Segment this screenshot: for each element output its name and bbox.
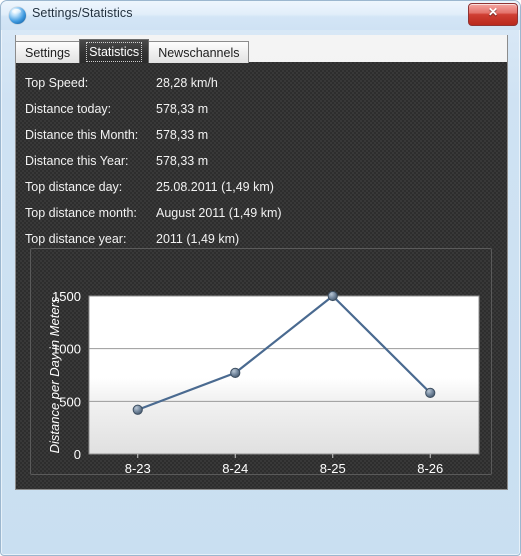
y-axis-title: Distance per Day in Meters bbox=[47, 296, 62, 453]
x-axis-tick-label: 8-26 bbox=[417, 461, 443, 474]
stat-label: Top distance day: bbox=[25, 180, 123, 194]
stat-label: Top Speed: bbox=[25, 76, 89, 90]
tab-newschannels[interactable]: Newschannels bbox=[148, 41, 250, 63]
chart-canvas: 0500100015008-23 8-24 8-25 8-26Distance per… bbox=[47, 289, 480, 474]
close-button[interactable]: ✕ bbox=[468, 3, 518, 26]
y-axis-tick-label: 0 bbox=[74, 447, 81, 462]
stat-label: Distance today: bbox=[25, 102, 112, 116]
x-axis-tick-label: 8-25 bbox=[320, 461, 346, 474]
data-point-marker bbox=[230, 367, 241, 378]
y-axis-tick-label: 500 bbox=[59, 394, 81, 409]
close-icon: ✕ bbox=[487, 5, 499, 19]
x-axis-tick-label: 8-24 bbox=[222, 461, 248, 474]
settings-statistics-window: Settings/Statistics ✕ Settings Statistic… bbox=[0, 0, 521, 556]
statistics-panel: Top Speed: 28,28 km/h Distance today: 57… bbox=[16, 62, 507, 489]
distance-chart: 0 500 1000 1500 8-23 8-24 8-25 8-26 Distance per… bbox=[30, 248, 492, 475]
tab-statistics[interactable]: Statistics bbox=[79, 39, 150, 63]
stat-label: Distance this Year: bbox=[25, 154, 129, 168]
x-axis-tick-label: 8-23 bbox=[125, 461, 151, 474]
data-point-marker bbox=[327, 290, 338, 302]
stat-value: 578,33 m bbox=[156, 128, 209, 142]
stat-value: 578,33 m bbox=[156, 154, 209, 168]
globe-icon bbox=[9, 7, 26, 24]
stat-label: Top distance month: bbox=[25, 206, 137, 220]
stat-value: 578,33 m bbox=[156, 102, 209, 116]
stat-value: 2011 (1,49 km) bbox=[156, 232, 240, 246]
tab-newschannels-label: Newschannels bbox=[158, 45, 240, 60]
title-bar[interactable]: Settings/Statistics ✕ bbox=[1, 1, 520, 30]
stat-label: Distance this Month: bbox=[25, 128, 139, 142]
window-title: Settings/Statistics bbox=[32, 6, 133, 20]
stat-value: August 2011 (1,49 km) bbox=[156, 206, 282, 220]
data-point-marker bbox=[425, 387, 436, 399]
stat-label: Top distance year: bbox=[25, 232, 127, 246]
data-point-marker bbox=[132, 404, 143, 415]
tab-settings-label: Settings bbox=[25, 45, 71, 60]
tab-statistics-label: Statistics bbox=[86, 41, 143, 62]
dialog-button-bar: OK Abort TAM indir bbox=[1, 493, 520, 555]
tab-strip: Settings Statistics Newschannels bbox=[15, 39, 250, 63]
stat-value: 28,28 km/h bbox=[156, 76, 218, 90]
tab-settings[interactable]: Settings bbox=[15, 41, 81, 63]
stat-value: 25.08.2011 (1,49 km) bbox=[156, 180, 274, 194]
